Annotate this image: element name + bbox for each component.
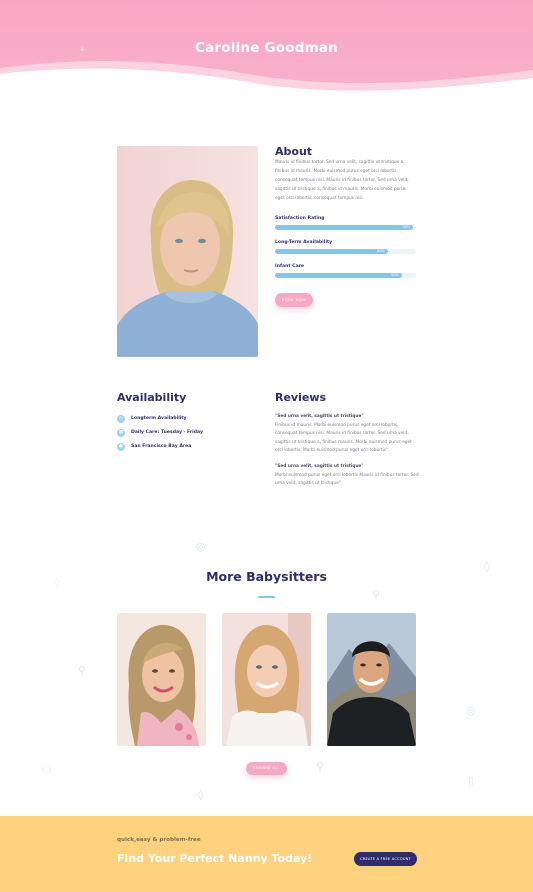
location-icon: ● bbox=[117, 442, 125, 451]
about-text: Mauris id finibus tortor. Sed urna velit… bbox=[275, 160, 409, 201]
profile-photo bbox=[117, 146, 258, 357]
progress-fill: 80% bbox=[275, 249, 388, 254]
availability-item: ● San Francisco Bay Area bbox=[117, 442, 191, 451]
rattle-icon: ⚲ bbox=[78, 664, 87, 677]
sock-icon: ◊ bbox=[198, 788, 204, 801]
skill-label: Satisfaction Rating bbox=[275, 216, 325, 221]
cta-subtitle: quick,easy & problem-free bbox=[117, 837, 201, 843]
skill-label: Long-Term Availability bbox=[275, 240, 333, 245]
hero-banner: ✦ Caroline Goodman bbox=[0, 0, 533, 96]
availability-title: Availability bbox=[117, 391, 187, 404]
pacifier-icon: ◌ bbox=[42, 762, 52, 775]
review-item: "Sed urna velit, sagittis ut tristique" … bbox=[275, 413, 420, 456]
progress-percent: 90% bbox=[391, 273, 399, 277]
cta-title: Find Your Perfect Nanny Today! bbox=[117, 852, 313, 865]
skill-infant-care: Infant Care 90% bbox=[275, 264, 416, 278]
skill-label: Infant Care bbox=[275, 264, 304, 269]
progress-track: 80% bbox=[275, 249, 416, 254]
review-text: Finibus id mauris. Morbi euismod purus e… bbox=[275, 422, 412, 454]
availability-text: San Francisco Bay Area bbox=[131, 444, 192, 449]
availability-text: Longterm Availability bbox=[131, 416, 187, 421]
clock-icon: ◷ bbox=[117, 414, 125, 423]
progress-fill: 90% bbox=[275, 273, 402, 278]
skill-satisfaction: Satisfaction Rating 98% bbox=[275, 216, 416, 230]
review-quote: "Sed urna velit, sagittis ut tristique" bbox=[275, 464, 364, 469]
hero-wave bbox=[0, 61, 533, 96]
availability-item: ▦ Daily Care: Tuesday - Friday bbox=[117, 428, 203, 437]
title-divider bbox=[258, 596, 275, 598]
rattle-icon: ⚲ bbox=[372, 588, 381, 601]
bottle-icon: ▯ bbox=[468, 774, 475, 787]
more-babysitters-title: More Babysitters bbox=[206, 569, 327, 584]
calendar-icon: ▦ bbox=[117, 428, 125, 437]
progress-percent: 80% bbox=[377, 249, 385, 253]
about-title: About bbox=[275, 145, 313, 158]
progress-percent: 98% bbox=[402, 225, 411, 229]
review-item: "Sed urna velit, sagittis ut tristique" … bbox=[275, 463, 420, 489]
book-now-button[interactable]: BOOK NOW bbox=[275, 293, 313, 307]
progress-track: 98% bbox=[275, 225, 416, 230]
babysitter-card[interactable] bbox=[222, 613, 311, 746]
progress-track: 90% bbox=[275, 273, 416, 278]
pacifier-icon: ◎ bbox=[196, 540, 206, 553]
pacifier-icon: ◎ bbox=[466, 704, 476, 717]
review-text: Morbi euismod purus eget orci lobortis M… bbox=[275, 472, 419, 487]
availability-item: ◷ Longterm Availability bbox=[117, 414, 187, 423]
review-quote: "Sed urna velit, sagittis ut tristique" bbox=[275, 414, 364, 419]
reviews-title: Reviews bbox=[275, 391, 327, 404]
progress-fill: 98% bbox=[275, 225, 414, 230]
create-account-button[interactable]: CREATE A FREE ACCOUNT bbox=[354, 852, 417, 866]
rattle-icon: ⚲ bbox=[316, 760, 325, 773]
babysitter-card[interactable] bbox=[327, 613, 416, 746]
babysitter-card[interactable] bbox=[117, 613, 206, 746]
skill-longterm: Long-Term Availability 80% bbox=[275, 240, 416, 254]
availability-text: Daily Care: Tuesday - Friday bbox=[131, 430, 203, 435]
browse-all-button[interactable]: BROWSE ALL bbox=[246, 762, 287, 775]
